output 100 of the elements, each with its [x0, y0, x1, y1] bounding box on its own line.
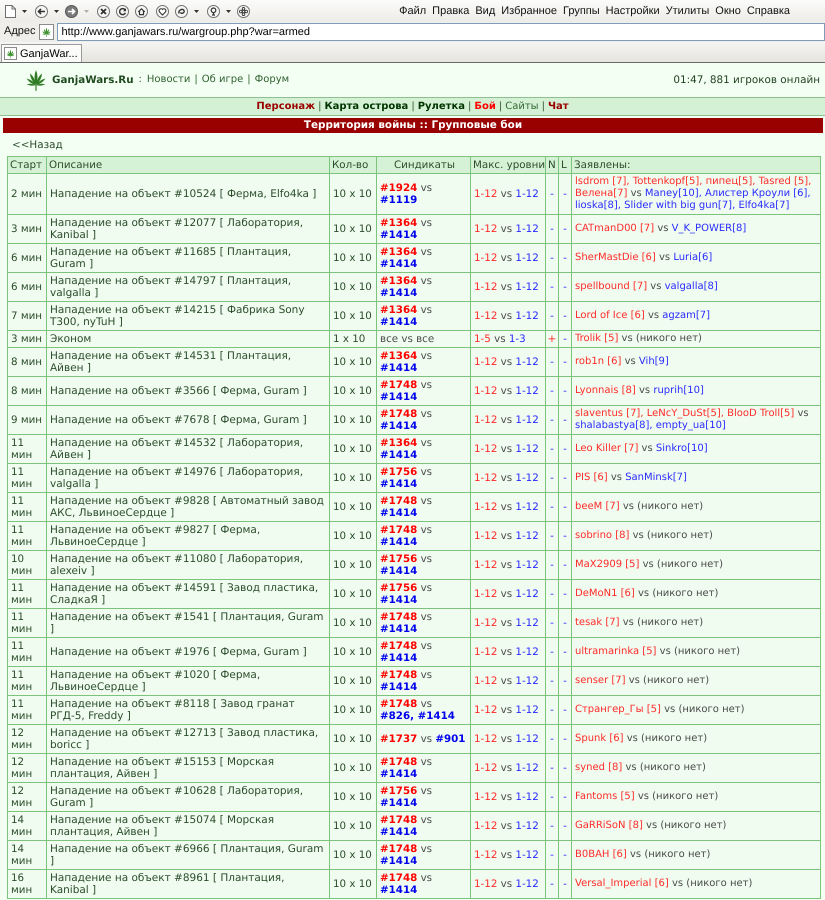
description-cell: Нападение на объект #12077 [ Лаборатория, Kanibal ]	[46, 214, 330, 244]
applicants-cell: syned [8] vs (никого нет)	[572, 754, 820, 782]
help-button[interactable]	[207, 4, 220, 18]
site-name-link[interactable]: GanjaWars.Ru	[52, 74, 134, 86]
defender-syndicate-link[interactable]: #1414	[380, 478, 418, 490]
defender-syndicate-link[interactable]: #1414	[380, 884, 418, 896]
attacker-syndicate-link[interactable]: #1756	[380, 582, 418, 594]
attacker-syndicate-link[interactable]: #1748	[380, 379, 418, 391]
dropdown-button[interactable]	[22, 10, 27, 12]
defender-syndicate-link[interactable]: #1414	[380, 797, 418, 809]
nav-link[interactable]: Сайты	[505, 100, 539, 112]
attacker-syndicate-link[interactable]: #1748	[380, 408, 418, 420]
description-cell: Нападение на объект #14531 [ Плантация, Айвен ]	[46, 348, 330, 376]
forward-button[interactable]	[65, 4, 78, 18]
defender-syndicate-link[interactable]: #1414	[380, 391, 418, 403]
address-field[interactable]: http://www.ganjawars.ru/wargroup.php?war=armed	[56, 23, 825, 41]
start-time-cell: 11 мин	[8, 580, 46, 608]
menu-item[interactable]: Правка	[429, 4, 472, 18]
attacker-syndicate-link[interactable]: #1748	[380, 843, 418, 855]
defender-syndicate-link[interactable]: #1414	[380, 258, 418, 270]
versus-label: vs	[420, 756, 432, 768]
defender-syndicate-link[interactable]: #1414	[380, 229, 418, 241]
team-size-cell: 10 x 10	[330, 492, 376, 522]
attacker-syndicate-link[interactable]: #1748	[380, 495, 418, 507]
nav-link[interactable]: Персонаж	[256, 100, 316, 112]
versus-label: vs	[401, 333, 413, 345]
defender-syndicate-link[interactable]: #1414	[380, 536, 418, 548]
defender-syndicate-link[interactable]: #1414	[380, 565, 418, 577]
defender-syndicate-link[interactable]: #1414	[380, 855, 418, 867]
n-flag-cell: -	[546, 666, 558, 696]
defender-level-range: 1-12	[515, 762, 539, 774]
defender-syndicate-link[interactable]: #1414	[380, 826, 418, 838]
defender-level-range: 1-12	[515, 559, 539, 571]
attacker-syndicate-link[interactable]: #1756	[380, 785, 418, 797]
defender-syndicate-link[interactable]: #1414	[380, 507, 418, 519]
defender-syndicate-link[interactable]: #1119	[380, 194, 418, 206]
menu-item[interactable]: Утилиты	[662, 4, 712, 18]
new-page-button[interactable]	[5, 4, 16, 18]
attacker-syndicate-link[interactable]: #1756	[380, 553, 418, 565]
defender-syndicate-link[interactable]: #1414	[380, 652, 418, 664]
menu-item[interactable]: Окно	[712, 4, 744, 18]
defender-syndicate-link[interactable]: #1414	[380, 449, 418, 461]
dropdown-button[interactable]	[194, 10, 199, 12]
defender-syndicate-link[interactable]: #1414	[380, 420, 418, 432]
defender-syndicate-link[interactable]: #901	[435, 733, 466, 745]
menu-item[interactable]: Избранное	[498, 4, 560, 18]
attacker-syndicate-link[interactable]: #1364	[380, 246, 418, 258]
menu-item[interactable]: Группы	[560, 4, 603, 18]
versus-label: vs	[500, 675, 512, 687]
menu-item[interactable]: Файл	[396, 4, 430, 18]
defender-level-range: 1-12	[515, 617, 539, 629]
attacker-syndicate-link[interactable]: #1364	[380, 350, 418, 362]
attacker-syndicate-link[interactable]: #1364	[380, 437, 418, 449]
attacker-syndicate-link[interactable]: #1748	[380, 524, 418, 536]
back-button[interactable]	[35, 4, 48, 18]
attacker-syndicate-link[interactable]: #1748	[380, 814, 418, 826]
defender-syndicate-link[interactable]: #826, #1414	[380, 710, 455, 722]
defender-syndicate-link[interactable]: #1414	[380, 681, 418, 693]
defender-syndicate-link[interactable]: #1414	[380, 768, 418, 780]
back-link[interactable]: <<Назад	[12, 139, 63, 151]
dropdown-button[interactable]	[226, 10, 231, 12]
home-button[interactable]	[135, 4, 148, 18]
header-link[interactable]: Об игре	[202, 74, 244, 86]
nav-link[interactable]: Карта острова	[324, 100, 408, 112]
n-flag-cell: -	[546, 522, 558, 550]
defender-syndicate-link[interactable]: #1414	[380, 287, 418, 299]
attacker-syndicate-link[interactable]: #1364	[380, 304, 418, 316]
attacker-level-range: 1-12	[474, 849, 498, 861]
header-link[interactable]: Новости	[146, 74, 190, 86]
history-button[interactable]	[175, 4, 188, 18]
nav-link[interactable]: Рулетка	[418, 100, 465, 112]
defender-syndicate-link[interactable]: #1414	[380, 316, 418, 328]
menu-item[interactable]: Вид	[472, 4, 498, 18]
attacker-syndicate-link[interactable]: #1924	[380, 182, 418, 194]
defender-syndicate-link[interactable]: #1414	[380, 623, 418, 635]
dropdown-button[interactable]	[54, 10, 59, 12]
attacker-syndicate-link[interactable]: #1748	[380, 872, 418, 884]
attacker-syndicate-link[interactable]: #1748	[380, 611, 418, 623]
favorites-button[interactable]	[156, 4, 169, 18]
attacker-syndicate-link[interactable]: #1756	[380, 466, 418, 478]
menu-item[interactable]: Настройки	[602, 4, 663, 18]
menu-item[interactable]: Справка	[744, 4, 793, 18]
reload-button[interactable]	[116, 4, 129, 18]
attacker-syndicate-link[interactable]: #1364	[380, 275, 418, 287]
attacker-level-range: 1-12	[474, 820, 498, 832]
settings-button[interactable]	[237, 4, 250, 18]
attacker-syndicate-link[interactable]: #1748	[380, 669, 418, 681]
defender-level-range: 1-12	[515, 252, 539, 264]
attacker-syndicate-link[interactable]: #1364	[380, 217, 418, 229]
attacker-syndicate-link[interactable]: #1748	[380, 698, 418, 710]
stop-button[interactable]	[97, 4, 110, 18]
attacker-syndicate-link[interactable]: #1748	[380, 640, 418, 652]
defender-syndicate-link[interactable]: #1414	[380, 362, 418, 374]
attacker-syndicate-link[interactable]: #1737	[380, 733, 418, 745]
nav-link[interactable]: Чат	[548, 100, 569, 112]
defender-syndicate-link[interactable]: #1414	[380, 594, 418, 606]
header-link[interactable]: Форум	[254, 74, 290, 86]
browser-tab[interactable]: GanjaWar...	[1, 44, 82, 62]
attacker-syndicate-link[interactable]: #1748	[380, 756, 418, 768]
start-time-cell: 6 мин	[8, 244, 46, 272]
